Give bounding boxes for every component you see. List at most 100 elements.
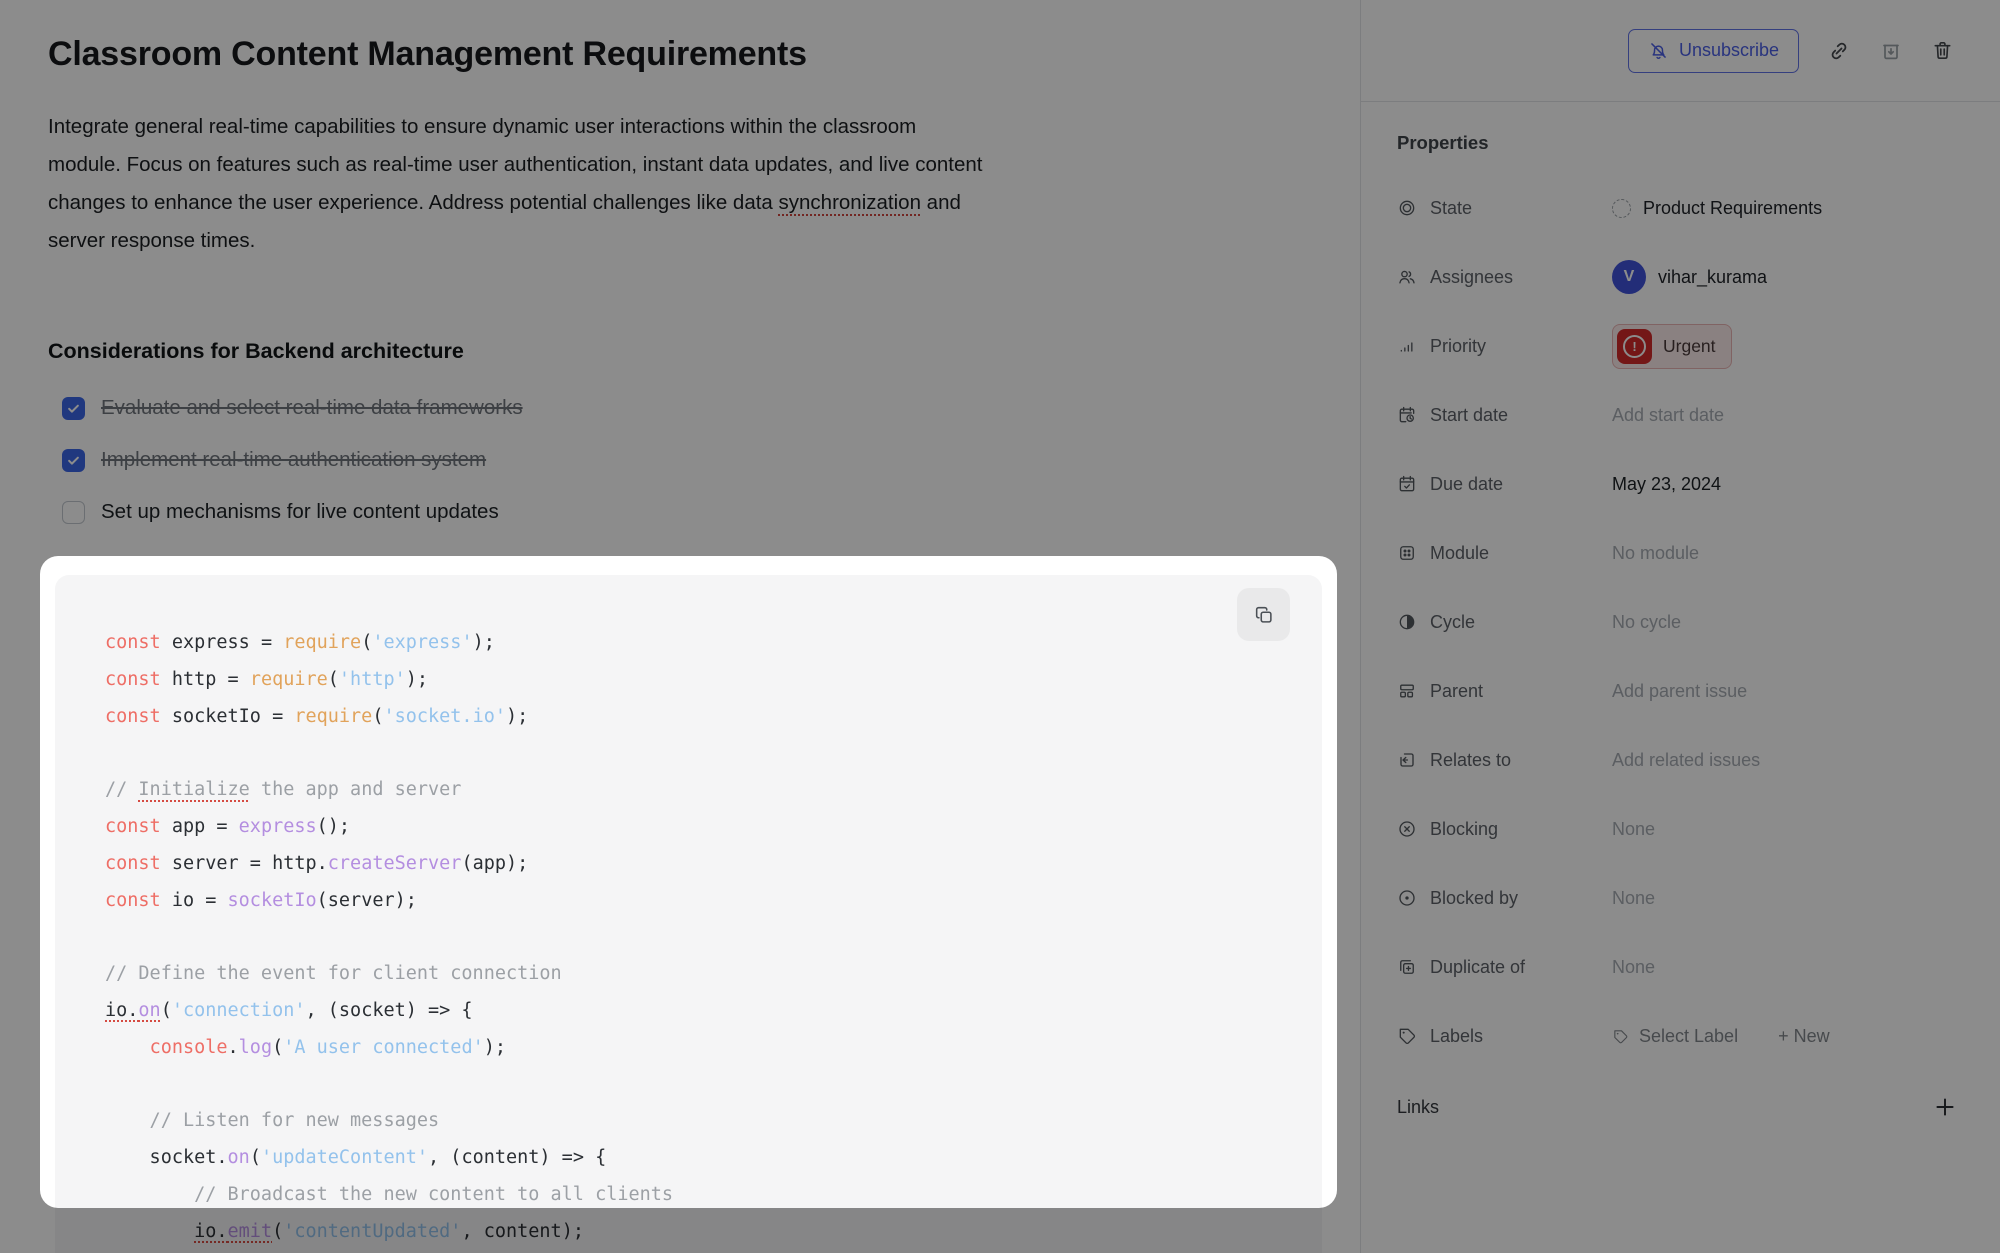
archive-button[interactable]: [1879, 39, 1903, 63]
links-title: Links: [1397, 1097, 1439, 1118]
links-section: Links: [1397, 1094, 1958, 1120]
archive-icon: [1879, 39, 1903, 63]
delete-button[interactable]: [1931, 39, 1954, 62]
module-icon: [1397, 543, 1417, 563]
code-line: const io = socketIo(server);: [105, 883, 1282, 920]
checklist-item: Implement real-time authentication syste…: [62, 440, 1320, 480]
property-value-due-date[interactable]: May 23, 2024: [1612, 474, 1721, 495]
bell-off-icon: [1648, 40, 1669, 61]
state-icon: [1397, 198, 1417, 218]
property-label-cycle: Cycle: [1397, 612, 1612, 633]
property-value-priority[interactable]: !Urgent: [1612, 324, 1732, 369]
text-segment: server response times.: [48, 229, 255, 252]
text-segment: and: [921, 191, 961, 214]
property-label-blocking: Blocking: [1397, 819, 1612, 840]
property-label-text: Duplicate of: [1430, 957, 1525, 978]
checklist-label: Implement real-time authentication syste…: [101, 448, 486, 472]
property-label-blocked-by: Blocked by: [1397, 888, 1612, 909]
misspelled-word: synchronization: [779, 191, 921, 214]
blocked-by-icon: [1397, 888, 1417, 908]
property-value-cycle[interactable]: No cycle: [1612, 612, 1681, 633]
property-row-state: State Product Requirements: [1397, 186, 1958, 230]
code-content: const express = require('express');const…: [105, 625, 1282, 1251]
checklist-item: Set up mechanisms for live content updat…: [62, 492, 1320, 532]
code-line: const http = require('http');: [105, 662, 1282, 699]
property-label-text: Assignees: [1430, 267, 1513, 288]
property-value-assignees[interactable]: Vvihar_kurama: [1612, 260, 1767, 294]
property-value-labels[interactable]: Select Label + New: [1612, 1026, 1830, 1047]
select-label-text: Select Label: [1639, 1026, 1738, 1047]
parent-icon: [1397, 681, 1417, 701]
checklist-label: Evaluate and select real-time data frame…: [101, 396, 523, 420]
property-value-parent[interactable]: Add parent issue: [1612, 681, 1747, 702]
code-block: const express = require('express');const…: [55, 575, 1322, 1253]
property-label-assignees: Assignees: [1397, 267, 1612, 288]
property-row-priority: Priority!Urgent: [1397, 324, 1958, 368]
code-line: // Initialize the app and server: [105, 772, 1282, 809]
code-line: const express = require('express');: [105, 625, 1282, 662]
text-segment: changes to enhance the user experience. …: [48, 191, 779, 214]
property-label-parent: Parent: [1397, 681, 1612, 702]
property-value-blocking[interactable]: None: [1612, 819, 1655, 840]
select-label-button[interactable]: Select Label: [1612, 1026, 1738, 1047]
text-segment: Integrate general real-time capabilities…: [48, 115, 916, 138]
priority-badge[interactable]: !Urgent: [1612, 324, 1732, 369]
property-value-module[interactable]: No module: [1612, 543, 1699, 564]
property-value-text: Add related issues: [1612, 750, 1760, 771]
property-value-relates-to[interactable]: Add related issues: [1612, 750, 1760, 771]
state-value-text: Product Requirements: [1643, 198, 1822, 219]
code-line: [105, 919, 1282, 956]
property-row-blocked-by: Blocked byNone: [1397, 876, 1958, 920]
property-label-start-date: Start date: [1397, 405, 1612, 426]
code-line: const socketIo = require('socket.io');: [105, 699, 1282, 736]
add-link-button[interactable]: [1932, 1094, 1958, 1120]
copy-code-button[interactable]: [1237, 588, 1290, 641]
assignees-icon: [1397, 267, 1417, 287]
property-row-relates-to: Relates to Add related issues: [1397, 738, 1958, 782]
relates-to-icon: [1397, 750, 1417, 770]
checkbox[interactable]: [62, 397, 85, 420]
avatar: V: [1612, 260, 1646, 294]
property-value-duplicate-of[interactable]: None: [1612, 957, 1655, 978]
property-label-text: Relates to: [1430, 750, 1511, 771]
property-label-labels: Labels: [1397, 1026, 1612, 1047]
property-label-text: Module: [1430, 543, 1489, 564]
property-label-text: Labels: [1430, 1026, 1483, 1047]
property-row-duplicate-of: Duplicate of None: [1397, 945, 1958, 989]
assignee-name: vihar_kurama: [1658, 267, 1767, 288]
priority-value-text: Urgent: [1663, 336, 1716, 357]
property-label-text: Start date: [1430, 405, 1508, 426]
section-heading: Considerations for Backend architecture: [48, 338, 1320, 364]
labels-icon: [1397, 1026, 1417, 1046]
duplicate-icon: [1397, 957, 1417, 977]
check-icon: [66, 401, 81, 416]
start-date-icon: [1397, 405, 1417, 425]
link-icon: [1827, 39, 1851, 63]
issue-main-panel: Classroom Content Management Requirement…: [0, 0, 1360, 1253]
text-segment: module. Focus on features such as real-t…: [48, 153, 982, 176]
code-line: [105, 1067, 1282, 1104]
property-value-state[interactable]: Product Requirements: [1612, 198, 1822, 219]
property-label-duplicate-of: Duplicate of: [1397, 957, 1612, 978]
tag-small-icon: [1612, 1028, 1629, 1045]
code-line: io.on('connection', (socket) => {: [105, 993, 1282, 1030]
copy-link-button[interactable]: [1827, 39, 1851, 63]
property-label-text: Blocking: [1430, 819, 1498, 840]
description-line: server response times.: [48, 222, 1320, 260]
page-title: Classroom Content Management Requirement…: [48, 30, 1320, 78]
property-label-module: Module: [1397, 543, 1612, 564]
property-value-blocked-by[interactable]: None: [1612, 888, 1655, 909]
property-value-start-date[interactable]: Add start date: [1612, 405, 1724, 426]
sidebar-action-bar: Unsubscribe: [1361, 0, 2000, 102]
checkbox[interactable]: [62, 501, 85, 524]
unsubscribe-button[interactable]: Unsubscribe: [1628, 29, 1799, 73]
checklist: Evaluate and select real-time data frame…: [62, 388, 1320, 532]
checkbox[interactable]: [62, 449, 85, 472]
property-value-text: No cycle: [1612, 612, 1681, 633]
property-label-priority: Priority: [1397, 336, 1612, 357]
property-label-text: Cycle: [1430, 612, 1475, 633]
state-dashed-circle-icon: [1612, 199, 1631, 218]
property-label-text: State: [1430, 198, 1472, 219]
new-label-button[interactable]: + New: [1778, 1026, 1830, 1047]
property-row-blocking: Blocking None: [1397, 807, 1958, 851]
